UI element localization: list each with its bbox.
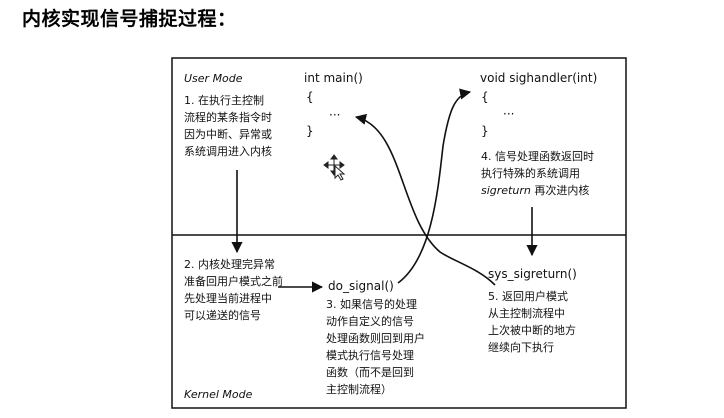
step-4-text: 4. 信号处理函数返回时 执行特殊的系统调用 sigreturn 再次进内核 — [481, 150, 598, 197]
handler-close-brace: } — [481, 124, 489, 138]
kernel-mode-label: Kernel Mode — [184, 388, 253, 401]
step-1-text: 1. 在执行主控制 流程的某条指令时 因为中断、异常或 系统调用进入内核 — [184, 93, 276, 158]
handler-open-brace: { — [481, 90, 489, 104]
handler-body: ··· — [503, 107, 514, 121]
main-body: ··· — [329, 108, 340, 122]
main-close-brace: } — [306, 124, 314, 138]
arrow-to-handler — [397, 88, 472, 284]
main-code-block: int main() { ··· } — [304, 71, 363, 138]
signal-capture-diagram: User Mode Kernel Mode int main() { ··· }… — [171, 57, 627, 409]
handler-code-block: void sighandler(int) { ··· } — [480, 71, 597, 138]
step-5-text: 5. 返回用户模式 从主控制流程中 上次被中断的地方 继续向下执行 — [488, 289, 580, 354]
step-3-text: 3. 如果信号的处理 动作自定义的信号 处理函数则回到用户 模式执行信号处理 函… — [326, 297, 429, 396]
main-signature: int main() — [304, 71, 363, 85]
main-open-brace: { — [306, 90, 314, 104]
do-signal-label: do_signal() — [328, 279, 394, 293]
handler-signature: void sighandler(int) — [480, 71, 597, 85]
step-2-text: 2. 内核处理完异常 准备回用户模式之前 先处理当前进程中 可以递送的信号 — [184, 257, 287, 322]
move-cursor-icon — [323, 154, 346, 181]
sys-sigreturn-label: sys_sigreturn() — [488, 267, 577, 281]
user-mode-label: User Mode — [184, 72, 243, 85]
arrow-back-to-main — [354, 113, 496, 286]
